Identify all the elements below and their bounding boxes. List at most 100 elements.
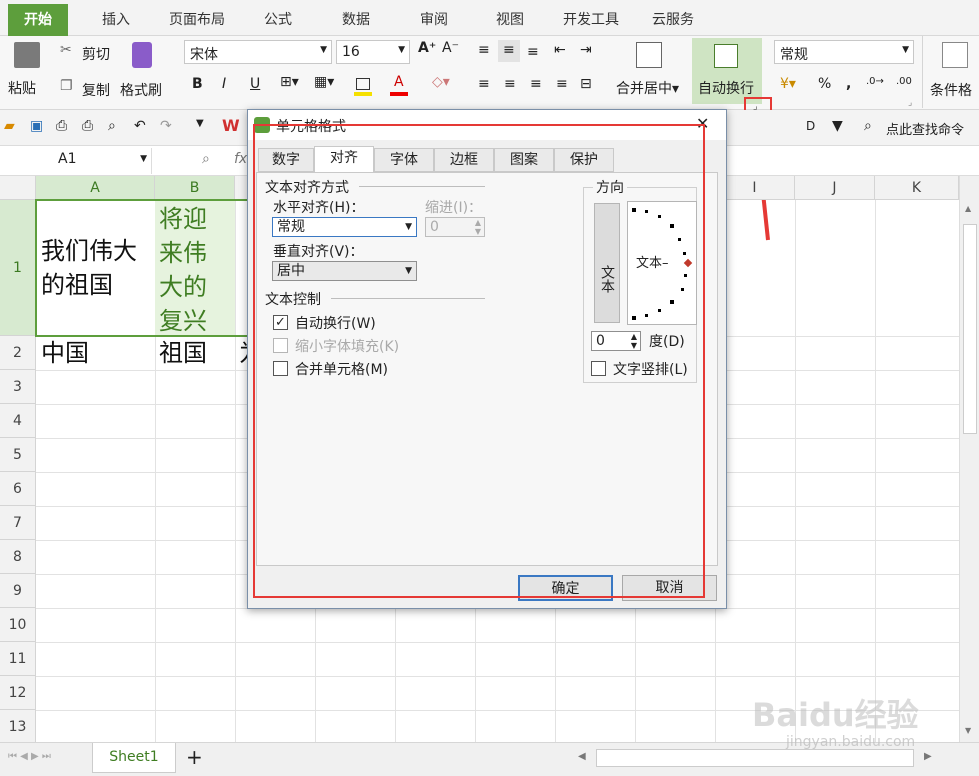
- sheet-tab-sheet1[interactable]: Sheet1: [92, 743, 176, 773]
- sheet-nav-first-icon[interactable]: ⏮ ◀ ▶ ⏭: [8, 751, 51, 762]
- increase-decimal-icon[interactable]: .0→: [866, 76, 884, 87]
- number-format-select[interactable]: 常规 ▼: [774, 40, 914, 64]
- row-header-6[interactable]: 6: [0, 472, 36, 506]
- tab-page-layout[interactable]: 页面布局: [160, 6, 234, 36]
- font-color-icon[interactable]: A: [394, 74, 404, 90]
- number-format-value: 常规: [780, 47, 808, 63]
- paste-button[interactable]: 粘贴: [8, 78, 36, 98]
- align-right-icon[interactable]: ≡: [530, 76, 542, 92]
- row-header-4[interactable]: 4: [0, 404, 36, 438]
- merge-center-button[interactable]: 合并居中▾: [616, 78, 679, 98]
- select-all-corner[interactable]: [0, 176, 36, 200]
- align-bottom-icon[interactable]: ≡: [527, 44, 539, 60]
- cell-b2[interactable]: 祖国: [159, 336, 233, 370]
- undo-icon[interactable]: ↶: [134, 118, 146, 134]
- font-size-value: 16: [342, 44, 360, 60]
- cell-a2[interactable]: 中国: [41, 336, 153, 370]
- row-header-11[interactable]: 11: [0, 642, 36, 676]
- indent-decrease-icon[interactable]: ⇤: [554, 42, 566, 58]
- fill-color-icon[interactable]: [356, 78, 370, 90]
- align-top-icon[interactable]: ≡: [478, 42, 490, 58]
- cut-button[interactable]: 剪切: [82, 44, 110, 64]
- justify-icon[interactable]: ≡: [556, 76, 568, 92]
- open-icon[interactable]: ▰: [4, 118, 15, 134]
- redo-icon[interactable]: ↷: [160, 118, 172, 134]
- tab-home[interactable]: 开始: [8, 4, 68, 36]
- font-color-swatch: [390, 92, 408, 96]
- scroll-left-icon[interactable]: ◀: [578, 751, 586, 762]
- column-header-b[interactable]: B: [155, 176, 235, 200]
- quickbar-chevron-icon[interactable]: ▼: [196, 118, 204, 129]
- row-header-13[interactable]: 13: [0, 710, 36, 742]
- distributed-icon[interactable]: ⊟: [580, 76, 592, 92]
- merge-center-icon[interactable]: [636, 42, 662, 68]
- add-sheet-button[interactable]: +: [186, 745, 203, 769]
- tab-developer[interactable]: 开发工具: [556, 6, 626, 36]
- format-painter-icon[interactable]: [132, 42, 152, 68]
- font-name-value: 宋体: [190, 47, 218, 63]
- align-center-icon[interactable]: ≡: [504, 76, 516, 92]
- doc-icon[interactable]: D: [806, 119, 815, 133]
- export-icon[interactable]: ⎙: [56, 118, 67, 134]
- row-header-3[interactable]: 3: [0, 370, 36, 404]
- tab-data[interactable]: 数据: [330, 6, 382, 36]
- format-painter-button[interactable]: 格式刷: [120, 80, 162, 100]
- row-header-5[interactable]: 5: [0, 438, 36, 472]
- scroll-right-icon[interactable]: ▶: [924, 751, 932, 762]
- tab-view[interactable]: 视图: [484, 6, 536, 36]
- align-left-icon[interactable]: ≡: [478, 76, 490, 92]
- border-icon[interactable]: ⊞▾: [280, 74, 299, 90]
- cell-a1[interactable]: 我们伟大 的祖国: [41, 234, 153, 302]
- scroll-down-icon[interactable]: ▼: [965, 726, 971, 735]
- column-header-k[interactable]: K: [875, 176, 959, 200]
- row-header-10[interactable]: 10: [0, 608, 36, 642]
- font-name-select[interactable]: 宋体 ▼: [184, 40, 332, 64]
- comment-icon[interactable]: ▼: [832, 118, 843, 134]
- copy-button[interactable]: 复制: [82, 80, 110, 100]
- font-size-select[interactable]: 16 ▼: [336, 40, 410, 64]
- vertical-scrollbar[interactable]: ▲ ▼: [959, 200, 979, 742]
- horizontal-scroll-thumb[interactable]: [596, 749, 914, 767]
- fx-button[interactable]: fx: [234, 151, 247, 167]
- print-icon[interactable]: ⎙: [82, 118, 93, 134]
- scroll-up-icon[interactable]: ▲: [965, 204, 971, 213]
- scroll-thumb[interactable]: [963, 224, 977, 434]
- row-header-7[interactable]: 7: [0, 506, 36, 540]
- conditional-format-icon[interactable]: [942, 42, 968, 68]
- paste-icon[interactable]: [14, 42, 40, 68]
- tab-review[interactable]: 审阅: [408, 6, 460, 36]
- wps-logo-icon[interactable]: W: [222, 116, 240, 135]
- row-header-8[interactable]: 8: [0, 540, 36, 574]
- bold-button[interactable]: B: [192, 76, 203, 92]
- font-shrink-icon[interactable]: A⁻: [442, 40, 459, 56]
- column-header-a[interactable]: A: [36, 176, 155, 200]
- name-box[interactable]: A1 ▼: [0, 148, 152, 174]
- decrease-decimal-icon[interactable]: .00: [896, 76, 912, 87]
- percent-button[interactable]: %: [818, 76, 831, 92]
- column-header-j[interactable]: J: [795, 176, 875, 200]
- indent-increase-icon[interactable]: ⇥: [580, 42, 592, 58]
- row-header-9[interactable]: 9: [0, 574, 36, 608]
- tab-insert[interactable]: 插入: [90, 6, 142, 36]
- row-header-2[interactable]: 2: [0, 336, 36, 370]
- conditional-format-button[interactable]: 条件格: [930, 80, 972, 100]
- number-dialog-launcher-icon[interactable]: ⌟: [908, 98, 912, 108]
- font-grow-icon[interactable]: A⁺: [418, 40, 436, 56]
- row-header-12[interactable]: 12: [0, 676, 36, 710]
- cell-b1[interactable]: 将迎 来伟 大的 复兴: [159, 202, 233, 338]
- cell-style-icon[interactable]: ▦▾: [314, 74, 334, 90]
- search-command-button[interactable]: 点此查找命令: [886, 119, 964, 138]
- row-header-1[interactable]: 1: [0, 200, 36, 336]
- italic-button[interactable]: I: [222, 76, 226, 92]
- tab-cloud[interactable]: 云服务: [642, 6, 704, 36]
- clear-format-icon[interactable]: ◇▾: [432, 74, 450, 90]
- preview-icon[interactable]: ⌕: [108, 118, 116, 134]
- comma-button[interactable]: ,: [846, 76, 851, 92]
- currency-icon[interactable]: ¥▾: [780, 76, 796, 92]
- tab-formulas[interactable]: 公式: [252, 6, 304, 36]
- save-icon[interactable]: ▣: [30, 118, 43, 134]
- column-header-i[interactable]: I: [715, 176, 795, 200]
- zoom-search-icon[interactable]: ⌕: [202, 151, 210, 167]
- ribbon-divider: [922, 36, 923, 108]
- underline-button[interactable]: U: [250, 76, 260, 92]
